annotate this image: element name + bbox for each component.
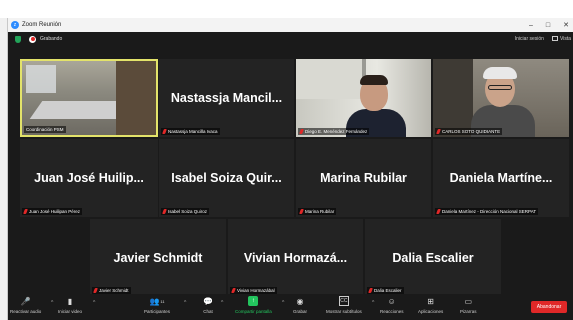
audio-options-chevron-icon[interactable]: ^ xyxy=(51,300,53,306)
participant-name: Vivian Hormazá... xyxy=(243,250,348,265)
participant-label: Juan José Huilipan Pérez xyxy=(22,208,83,215)
participant-label: Daniela Martínez - Dirección Nacional SE… xyxy=(435,208,539,215)
participant-label: Javier Schmidt xyxy=(92,287,131,294)
sign-in-link[interactable]: Iniciar sesión xyxy=(515,36,544,42)
share-options-chevron-icon[interactable]: ^ xyxy=(282,300,284,306)
participants-icon: 👥 11 xyxy=(149,296,165,306)
participant-label: Nastassja Mancilla Ivaca xyxy=(161,128,220,135)
participant-tile-5[interactable]: Isabel Soiza Quir... Isabel Soiza Quiroz xyxy=(159,139,294,217)
grid-view-icon xyxy=(551,36,558,42)
reactions-button[interactable]: ☺ Reacciones xyxy=(380,296,404,318)
chat-button[interactable]: 💬 Chat xyxy=(203,296,213,318)
captions-options-chevron-icon[interactable]: ^ xyxy=(372,300,374,306)
recording-icon xyxy=(29,35,36,43)
security-shield-icon[interactable] xyxy=(15,35,21,43)
view-label: Vista xyxy=(559,36,571,42)
unmute-button[interactable]: 🎤 Reactivar audio xyxy=(10,296,41,318)
meeting-info-bar: Grabando Iniciar sesión Vista xyxy=(8,32,573,46)
start-video-button[interactable]: ▮ Iniciar video xyxy=(58,296,82,318)
participant-label: Vivian Hormazábal xyxy=(230,287,277,294)
participant-name: Nastassja Mancil... xyxy=(170,91,283,105)
participants-options-chevron-icon[interactable]: ^ xyxy=(184,300,186,306)
chat-options-chevron-icon[interactable]: ^ xyxy=(221,300,223,306)
participant-label: Isabel Soiza Quiroz xyxy=(161,208,210,215)
participant-tile-9[interactable]: Vivian Hormazá... Vivian Hormazábal xyxy=(228,219,363,296)
participant-label: CARLOS SOTO QUIDIANTE xyxy=(435,128,503,135)
participant-name: Isabel Soiza Quir... xyxy=(171,171,282,185)
video-feed xyxy=(433,59,569,137)
participant-tile-7[interactable]: Daniela Martíne... Daniela Martínez - Di… xyxy=(433,139,569,217)
meeting-toolbar: 🎤 Reactivar audio ^ ▮ Iniciar video ^ 👥 1… xyxy=(8,294,573,320)
video-feed xyxy=(296,59,431,137)
muted-mic-icon xyxy=(162,209,167,214)
participant-label: Dalia Escalier xyxy=(367,287,404,294)
participant-name: Javier Schmidt xyxy=(113,250,203,265)
participant-tile-1[interactable]: Nastassja Mancil... Nastassja Mancilla I… xyxy=(159,59,294,137)
muted-mic-icon: 🎤 xyxy=(20,296,31,306)
apps-icon: ⊞ xyxy=(427,296,434,306)
muted-mic-icon xyxy=(299,129,304,134)
zoom-window: z Zoom Reunión – □ ✕ Grabando Iniciar se… xyxy=(8,18,573,320)
participant-name: Juan José Huilip... xyxy=(34,171,144,185)
apps-button[interactable]: ⊞ Aplicaciones xyxy=(418,296,443,318)
muted-mic-icon xyxy=(231,288,236,293)
maximize-button[interactable]: □ xyxy=(546,22,550,29)
participant-tile-6[interactable]: Marina Rubilar Marina Rubilar xyxy=(296,139,431,217)
whiteboard-icon: ▭ xyxy=(464,296,473,306)
close-button[interactable]: ✕ xyxy=(563,21,569,29)
participant-tile-4[interactable]: Juan José Huilip... Juan José Huilipan P… xyxy=(20,139,158,217)
participant-label: Diego E. Menéndez Fernández xyxy=(298,128,370,135)
participant-name: Dalia Escalier xyxy=(392,250,474,265)
participant-label: Coordinación PSM xyxy=(24,126,66,133)
participant-tile-10[interactable]: Dalia Escalier Dalia Escalier xyxy=(365,219,501,296)
recording-label: Grabando xyxy=(40,36,63,42)
whiteboards-button[interactable]: ▭ Pizarras xyxy=(460,296,477,318)
participant-tile-3[interactable]: CARLOS SOTO QUIDIANTE xyxy=(433,59,569,137)
cc-icon: CC xyxy=(338,296,349,306)
muted-mic-icon xyxy=(436,209,441,214)
muted-mic-icon xyxy=(299,209,304,214)
minimize-button[interactable]: – xyxy=(529,22,533,29)
video-options-chevron-icon[interactable]: ^ xyxy=(93,300,95,306)
title-bar: z Zoom Reunión – □ ✕ xyxy=(8,18,573,32)
share-screen-icon: ↑ xyxy=(248,296,259,306)
reactions-icon: ☺ xyxy=(387,296,396,306)
participant-tile-0[interactable]: Coordinación PSM xyxy=(20,59,158,137)
left-window-edge xyxy=(0,18,8,320)
muted-mic-icon xyxy=(162,129,167,134)
record-button[interactable]: ◉ Grabar xyxy=(293,296,307,318)
participant-tile-2[interactable]: Diego E. Menéndez Fernández xyxy=(296,59,431,137)
chat-icon: 💬 xyxy=(203,296,213,306)
zoom-logo-icon: z xyxy=(11,21,19,29)
muted-mic-icon xyxy=(436,129,441,134)
window-title: Zoom Reunión xyxy=(22,22,62,28)
participants-button[interactable]: 👥 11 Participantes xyxy=(144,296,170,318)
muted-mic-icon xyxy=(93,288,98,293)
captions-button[interactable]: CC Mostrar subtítulos xyxy=(326,296,362,318)
video-feed xyxy=(22,61,156,135)
leave-button[interactable]: Abandonar xyxy=(531,301,567,313)
participant-tile-8[interactable]: Javier Schmidt Javier Schmidt xyxy=(90,219,226,296)
muted-mic-icon xyxy=(23,209,28,214)
participant-name: Marina Rubilar xyxy=(320,171,407,185)
share-screen-button[interactable]: ↑ Compartir pantalla xyxy=(235,296,272,318)
record-icon: ◉ xyxy=(296,296,304,306)
participant-label: Marina Rubilar xyxy=(298,208,337,215)
muted-mic-icon xyxy=(368,288,373,293)
video-off-icon: ▮ xyxy=(67,296,73,306)
view-button[interactable]: Vista xyxy=(551,36,571,42)
participant-name: Daniela Martíne... xyxy=(449,171,553,185)
